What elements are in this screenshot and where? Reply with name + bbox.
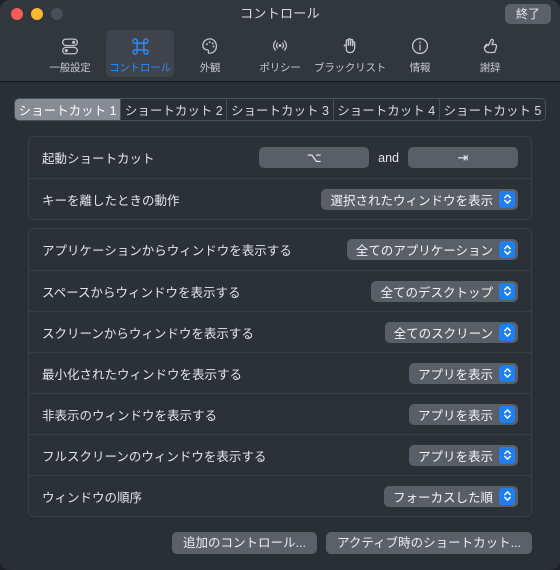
quit-button[interactable]: 終了 [504,4,551,24]
toolbar-item-policy[interactable]: ポリシー [246,30,314,77]
toggles-icon [59,33,81,59]
show-minimized-windows-popup-value: アプリを表示 [417,367,493,382]
toolbar-item-controls[interactable]: コントロール [106,30,174,77]
show-windows-from-apps-popup-value: 全てのアプリケーション [355,244,493,258]
row-show-windows-from-spaces: スペースからウィンドウを表示する 全てのデスクトップ [29,270,531,311]
show-windows-from-spaces-popup-value: 全てのデスクトップ [380,285,493,300]
row-window-order: ウィンドウの順序 フォーカスした順 [29,475,531,516]
row-show-windows-from-screens: スクリーンからウィンドウを表示する 全てのスクリーン [29,311,531,352]
content-area: ショートカット 1 ショートカット 2 ショートカット 3 ショートカット 4 … [0,82,560,570]
show-fullscreen-windows-popup-value: アプリを表示 [417,449,493,464]
row-show-hidden-windows-label: 非表示のウィンドウを表示する [42,408,218,423]
modifier-key-field[interactable]: ⌥ [259,147,370,168]
toolbar-item-general[interactable]: 一般設定 [36,30,104,77]
row-key-release-action: キーを離したときの動作 選択されたウィンドウを表示 [29,178,531,219]
toolbar-item-info[interactable]: 情報 [386,30,454,77]
additional-controls-button[interactable]: 追加のコントロール... [172,532,317,554]
palette-icon [199,33,221,59]
window-title: コントロール [240,6,320,21]
toolbar-item-appearance[interactable]: 外観 [176,30,244,77]
row-show-hidden-windows-control: アプリを表示 [408,403,518,425]
info-icon [409,33,431,59]
show-windows-from-apps-popup[interactable]: 全てのアプリケーション [346,239,518,260]
tab-shortcut-5[interactable]: ショートカット 5 [438,99,545,120]
toolbar-item-controls-label: コントロール [109,62,171,74]
hand-icon [339,33,361,59]
and-separator-label: and [378,150,399,165]
command-icon [129,33,152,59]
row-show-minimized-windows-label: 最小化されたウィンドウを表示する [42,367,243,382]
row-show-hidden-windows: 非表示のウィンドウを表示する アプリを表示 [29,393,531,434]
row-show-fullscreen-windows: フルスクリーンのウィンドウを表示する アプリを表示 [29,434,531,475]
row-show-windows-from-spaces-control: 全てのデスクトップ [371,280,518,302]
broadcast-icon [269,33,291,59]
thumbs-up-icon [479,33,501,59]
toolbar-item-blacklist-label: ブラックリスト [313,62,387,74]
tab-shortcut-3[interactable]: ショートカット 3 [226,99,332,120]
chevron-updown-icon [499,241,515,258]
row-launch-shortcut-label: 起動ショートカット [42,152,155,166]
preferences-window: コントロール 終了 一般設定 コントロール 外観 ポリシー ブラックリスト 情報… [0,0,560,570]
row-show-fullscreen-windows-control: アプリを表示 [408,444,518,466]
row-window-order-label: ウィンドウの順序 [42,490,143,505]
window-order-popup[interactable]: フォーカスした順 [383,485,518,507]
row-show-windows-from-screens-control: 全てのスクリーン [384,321,518,343]
row-show-windows-from-apps-label: アプリケーションからウィンドウを表示する [42,244,292,258]
row-show-minimized-windows: 最小化されたウィンドウを表示する アプリを表示 [29,352,531,393]
chevron-updown-icon [499,364,515,382]
chevron-updown-icon [499,190,515,208]
toolbar-item-appearance-label: 外観 [199,62,221,74]
show-windows-from-screens-popup-value: 全てのスクリーン [393,326,493,341]
row-launch-shortcut-control: ⌥ and ⇥ [259,147,518,168]
row-window-order-control: フォーカスした順 [383,485,518,507]
row-show-minimized-windows-control: アプリを表示 [408,362,518,384]
row-show-fullscreen-windows-label: フルスクリーンのウィンドウを表示する [42,449,267,464]
row-show-windows-from-spaces-label: スペースからウィンドウを表示する [42,285,241,300]
row-key-release-action-label: キーを離したときの動作 [42,193,180,208]
toolbar-item-credits-label: 謝辞 [479,62,501,74]
window-options-group: アプリケーションからウィンドウを表示する 全てのアプリケーション スペースからウ… [28,228,532,517]
toolbar-item-blacklist[interactable]: ブラックリスト [313,30,387,77]
key-release-action-popup[interactable]: 選択されたウィンドウを表示 [321,188,518,210]
tab-shortcut-1[interactable]: ショートカット 1 [15,99,121,120]
toolbar-item-info-label: 情報 [409,62,431,74]
chevron-updown-icon [499,282,515,300]
key-release-action-popup-value: 選択されたウィンドウを表示 [330,193,493,208]
chevron-updown-icon [499,446,515,464]
window-order-popup-value: フォーカスした順 [392,490,493,505]
show-minimized-windows-popup[interactable]: アプリを表示 [408,362,518,384]
chevron-updown-icon [499,487,515,505]
launch-shortcut-group: 起動ショートカット ⌥ and ⇥ キーを離したときの動作 選択されたウィンドウ… [28,136,532,220]
row-show-windows-from-screens-label: スクリーンからウィンドウを表示する [42,326,254,341]
toolbar-item-policy-label: ポリシー [259,62,301,74]
show-hidden-windows-popup[interactable]: アプリを表示 [408,403,518,425]
show-windows-from-spaces-popup[interactable]: 全てのデスクトップ [371,280,518,302]
shortcut-tab-strip: ショートカット 1 ショートカット 2 ショートカット 3 ショートカット 4 … [14,98,546,121]
row-launch-shortcut: 起動ショートカット ⌥ and ⇥ [29,137,531,178]
title-bar: コントロール 終了 [0,0,560,28]
show-fullscreen-windows-popup[interactable]: アプリを表示 [408,444,518,466]
toolbar: 一般設定 コントロール 外観 ポリシー ブラックリスト 情報 謝辞 [0,28,560,82]
tab-shortcut-2[interactable]: ショートカット 2 [120,99,226,120]
toolbar-item-credits[interactable]: 謝辞 [456,30,524,77]
trigger-key-field[interactable]: ⇥ [408,147,518,168]
show-hidden-windows-popup-value: アプリを表示 [417,408,493,423]
chevron-updown-icon [499,405,515,423]
row-show-windows-from-apps-control: 全てのアプリケーション [346,239,518,260]
row-show-windows-from-apps: アプリケーションからウィンドウを表示する 全てのアプリケーション [29,229,531,270]
row-key-release-action-control: 選択されたウィンドウを表示 [321,188,518,210]
bottom-button-bar: 追加のコントロール... アクティブ時のショートカット... [172,532,532,554]
toolbar-item-general-label: 一般設定 [49,62,91,74]
show-windows-from-screens-popup[interactable]: 全てのスクリーン [384,321,518,343]
tab-shortcut-4[interactable]: ショートカット 4 [332,99,439,120]
active-shortcuts-button[interactable]: アクティブ時のショートカット... [325,532,532,554]
chevron-updown-icon [499,323,515,341]
